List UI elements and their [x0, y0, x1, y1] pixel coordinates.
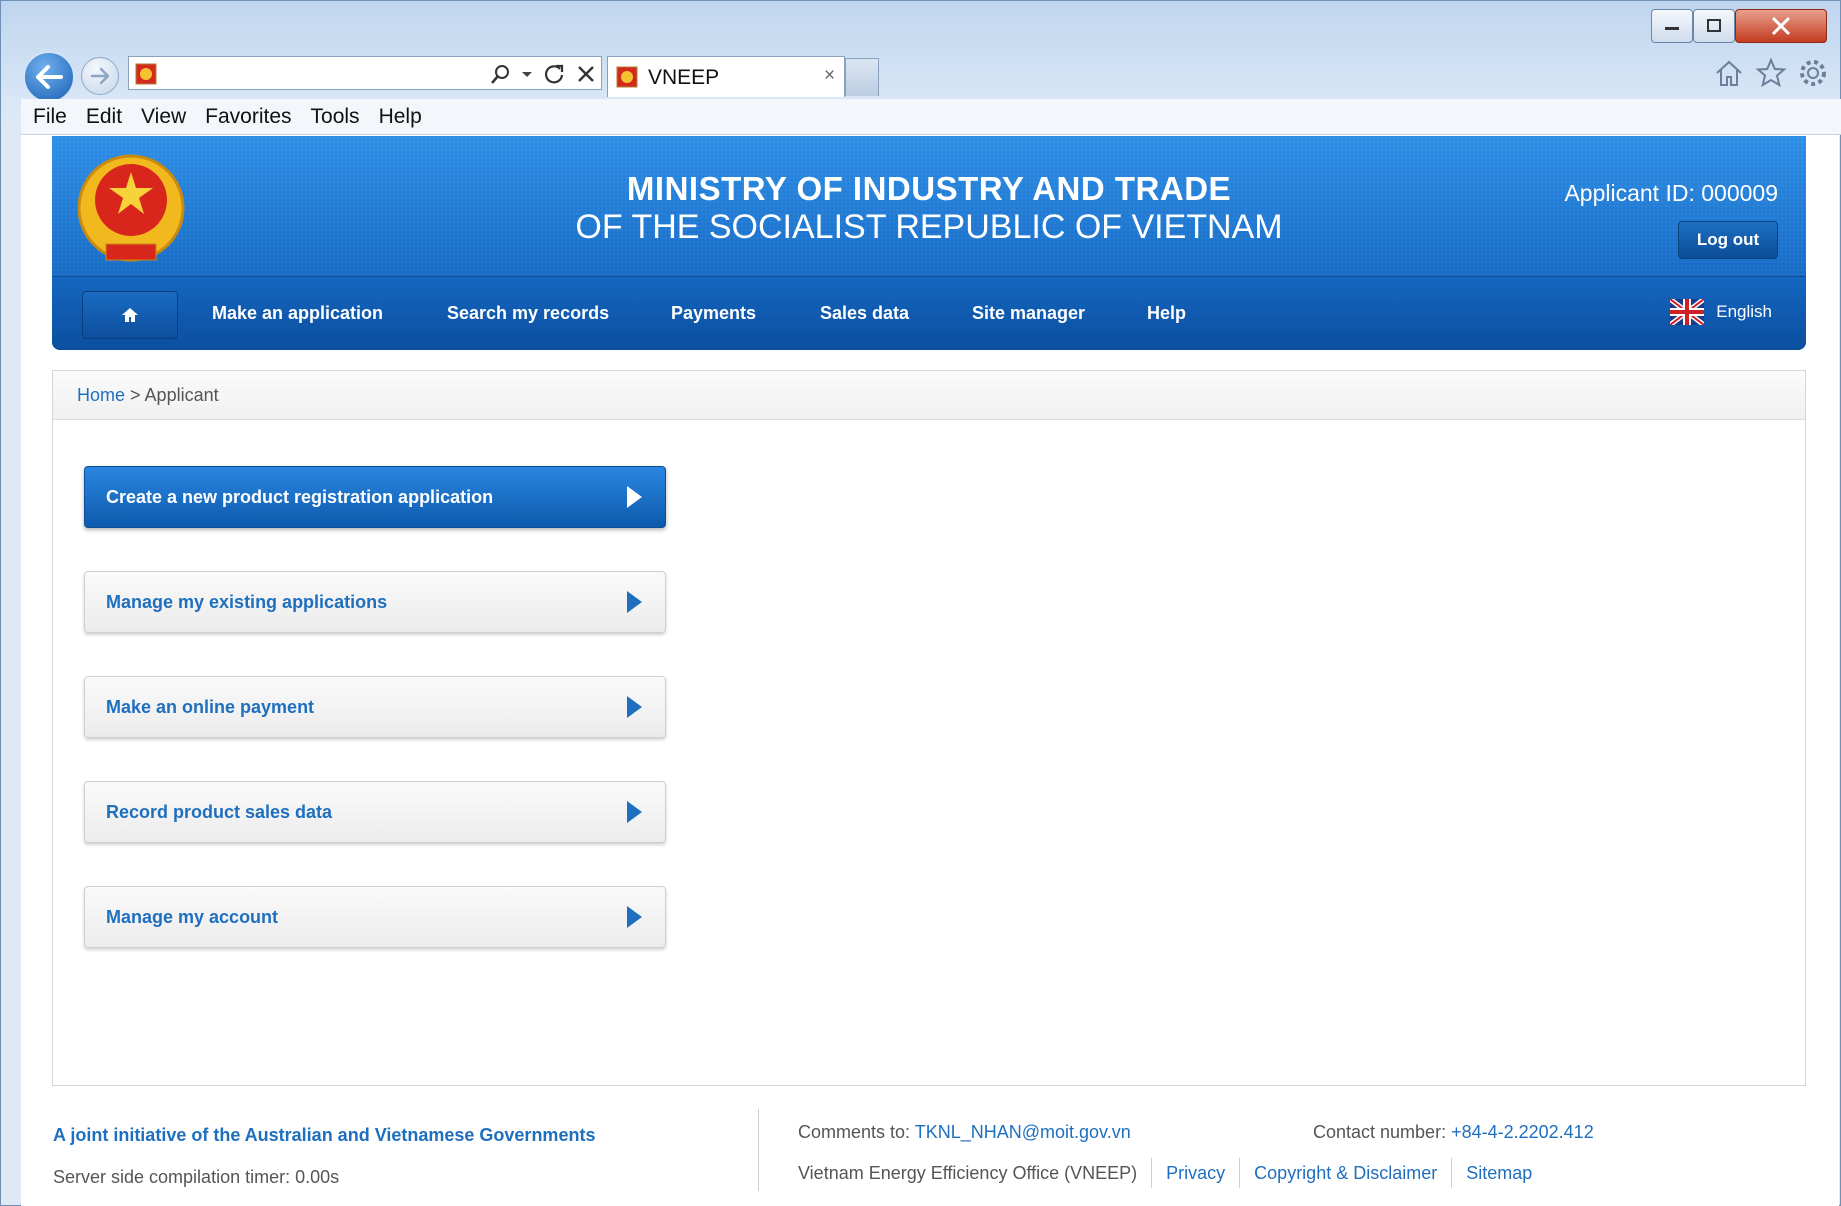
nav-payments[interactable]: Payments — [671, 303, 756, 324]
ministry-title: MINISTRY OF INDUSTRY AND TRADE — [626, 170, 1232, 207]
manage-applications-button[interactable]: Manage my existing applications — [84, 571, 666, 633]
minimize-button[interactable] — [1651, 9, 1693, 43]
nav-help[interactable]: Help — [1147, 303, 1186, 324]
menu-help[interactable]: Help — [379, 105, 422, 129]
address-bar[interactable] — [128, 56, 602, 90]
maximize-icon — [1707, 19, 1721, 32]
menu-file[interactable]: File — [33, 105, 67, 129]
applicant-id: Applicant ID: 000009 — [1564, 180, 1778, 206]
forward-button[interactable] — [81, 57, 119, 95]
nav-make-application[interactable]: Make an application — [212, 303, 383, 324]
menu-tools[interactable]: Tools — [311, 105, 360, 129]
footer-separator — [1451, 1158, 1453, 1188]
footer-separator — [1239, 1158, 1241, 1188]
footer-contact: Contact number: +84-4-2.2202.412 — [1313, 1122, 1594, 1143]
home-icon[interactable] — [1713, 57, 1745, 89]
breadcrumb-current: Applicant — [144, 385, 219, 405]
breadcrumb-bar: Home > Applicant — [53, 371, 1805, 420]
menu-bar: File Edit View Favorites Tools Help — [21, 99, 1841, 135]
main-nav: Make an application Search my records Pa… — [52, 276, 1806, 350]
arrow-right-icon — [627, 696, 642, 718]
browser-toolbar-icons — [1713, 57, 1829, 89]
nav-home-button[interactable] — [82, 291, 178, 339]
comments-label: Comments to: — [798, 1122, 915, 1142]
footer-comments: Comments to: TKNL_NHAN@moit.gov.vn — [798, 1122, 1131, 1143]
contact-label: Contact number: — [1313, 1122, 1452, 1142]
arrow-right-icon — [627, 801, 642, 823]
language-label: English — [1716, 302, 1772, 321]
tab-close-button[interactable]: × — [824, 65, 835, 87]
online-payment-button[interactable]: Make an online payment — [84, 676, 666, 738]
home-icon — [122, 308, 138, 322]
nav-sales-data[interactable]: Sales data — [820, 303, 909, 324]
search-icon[interactable] — [489, 63, 511, 85]
menu-favorites[interactable]: Favorites — [205, 105, 291, 129]
breadcrumb-home-link[interactable]: Home — [77, 385, 125, 405]
footer-office: Vietnam Energy Efficiency Office (VNEEP) — [798, 1162, 1138, 1183]
stop-icon[interactable] — [575, 63, 597, 85]
menu-view[interactable]: View — [141, 105, 186, 129]
tab-favicon-icon — [616, 66, 638, 88]
menu-edit[interactable]: Edit — [86, 105, 122, 129]
nav-search-records[interactable]: Search my records — [447, 303, 609, 324]
close-icon — [1771, 16, 1791, 36]
forward-icon — [90, 67, 110, 85]
settings-gear-icon[interactable] — [1797, 57, 1829, 89]
arrow-right-icon — [627, 591, 642, 613]
breadcrumb-separator: > — [125, 385, 145, 405]
footer-separator — [1151, 1158, 1153, 1188]
privacy-link[interactable]: Privacy — [1166, 1163, 1225, 1184]
back-icon — [36, 65, 63, 89]
site-favicon-icon — [135, 63, 157, 85]
footer-initiative: A joint initiative of the Australian and… — [53, 1125, 596, 1145]
address-tools — [489, 61, 597, 87]
maximize-button[interactable] — [1693, 9, 1735, 43]
record-sales-button[interactable]: Record product sales data — [84, 781, 666, 843]
create-application-label: Create a new product registration applic… — [106, 487, 494, 507]
ministry-subtitle: OF THE SOCIALIST REPUBLIC OF VIETNAM — [575, 208, 1283, 246]
footer-links: Vietnam Energy Efficiency Office (VNEEP)… — [798, 1158, 1532, 1188]
footer-timer: Server side compilation timer: 0.00s — [53, 1167, 340, 1187]
footer-divider — [758, 1109, 759, 1191]
back-button[interactable] — [23, 51, 75, 103]
breadcrumb: Home > Applicant — [77, 385, 219, 406]
tab-title: VNEEP — [648, 66, 720, 89]
browser-window: VNEEP × File Edit View Favorites Tools H… — [0, 0, 1841, 1206]
page-viewport: MINISTRY OF INDUSTRY AND TRADE OF THE SO… — [21, 135, 1839, 1206]
main-content: Home > Applicant Create a new product re… — [52, 370, 1806, 1086]
record-sales-label: Record product sales data — [106, 802, 333, 822]
manage-account-button[interactable]: Manage my account — [84, 886, 666, 948]
language-selector[interactable]: English — [1670, 299, 1772, 325]
online-payment-label: Make an online payment — [106, 697, 315, 717]
minimize-icon — [1665, 27, 1679, 30]
new-tab-button[interactable] — [845, 58, 879, 96]
site-footer: A joint initiative of the Australian and… — [21, 1095, 1839, 1206]
copyright-link[interactable]: Copyright & Disclaimer — [1254, 1163, 1437, 1184]
create-application-button[interactable]: Create a new product registration applic… — [84, 466, 666, 528]
favorites-star-icon[interactable] — [1755, 57, 1787, 89]
refresh-icon[interactable] — [543, 63, 565, 85]
site-header: MINISTRY OF INDUSTRY AND TRADE OF THE SO… — [52, 136, 1806, 350]
dropdown-chevron-icon[interactable] — [521, 69, 533, 79]
sitemap-link[interactable]: Sitemap — [1466, 1163, 1532, 1184]
comments-email-link[interactable]: TKNL_NHAN@moit.gov.vn — [915, 1122, 1131, 1142]
nav-site-manager[interactable]: Site manager — [972, 303, 1085, 324]
uk-flag-icon — [1670, 299, 1705, 325]
browser-tab[interactable]: VNEEP × — [607, 56, 845, 97]
manage-applications-label: Manage my existing applications — [106, 592, 388, 612]
arrow-right-icon — [627, 906, 642, 928]
logout-button[interactable]: Log out — [1678, 221, 1778, 259]
close-window-button[interactable] — [1735, 9, 1827, 43]
contact-number-link[interactable]: +84-4-2.2202.412 — [1451, 1122, 1594, 1142]
manage-account-label: Manage my account — [106, 907, 279, 927]
arrow-right-icon — [627, 486, 642, 508]
